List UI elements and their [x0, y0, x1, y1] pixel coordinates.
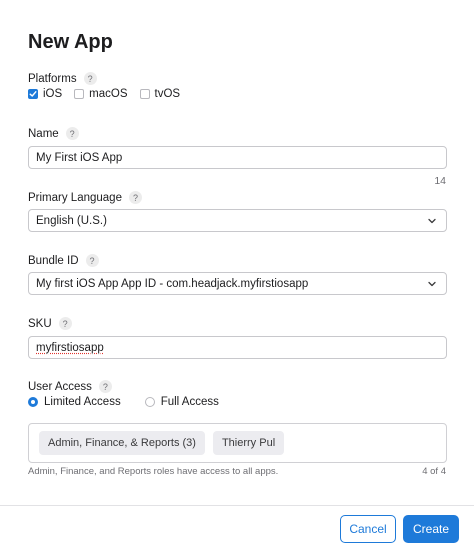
name-input-value: My First iOS App [36, 151, 123, 164]
name-label-row: Name ? [28, 127, 79, 140]
chevron-down-icon [427, 279, 437, 292]
access-chip-user[interactable]: Thierry Pul [212, 431, 285, 455]
bundle-id-label-row: Bundle ID ? [28, 254, 99, 267]
platform-macos-label: macOS [89, 88, 128, 100]
sku-input[interactable]: myfirstiosapp [28, 336, 447, 359]
create-button[interactable]: Create [403, 515, 459, 543]
bundle-id-value: My first iOS App App ID - com.headjack.m… [36, 277, 309, 290]
primary-language-value: English (U.S.) [36, 214, 107, 227]
sku-label-row: SKU ? [28, 317, 72, 330]
sku-help-icon[interactable]: ? [58, 317, 72, 330]
dialog-title: New App [28, 31, 113, 53]
primary-language-help-icon[interactable]: ? [128, 191, 142, 204]
user-access-label-row: User Access ? [28, 380, 112, 393]
checkmark-icon [28, 89, 38, 99]
platforms-label: Platforms [28, 72, 77, 85]
user-access-count: 4 of 4 [422, 466, 446, 477]
bundle-id-label: Bundle ID [28, 254, 79, 267]
primary-language-label: Primary Language [28, 191, 122, 204]
name-help-icon[interactable]: ? [65, 127, 79, 140]
checkbox-empty-icon [139, 89, 150, 99]
platform-tvos-label: tvOS [154, 88, 181, 100]
user-access-token-field[interactable]: Admin, Finance, & Reports (3) Thierry Pu… [28, 423, 447, 463]
platforms-help-icon[interactable]: ? [83, 72, 97, 85]
name-input[interactable]: My First iOS App [28, 146, 447, 169]
platform-macos-checkbox[interactable]: macOS [74, 88, 128, 100]
primary-language-select[interactable]: English (U.S.) [28, 209, 447, 232]
name-char-counter: 14 [434, 175, 446, 187]
bundle-id-select[interactable]: My first iOS App App ID - com.headjack.m… [28, 272, 447, 295]
platforms-label-row: Platforms ? [28, 72, 97, 85]
name-label: Name [28, 127, 59, 140]
limited-access-radio[interactable]: Limited Access [28, 396, 121, 408]
full-access-radio[interactable]: Full Access [144, 396, 219, 408]
full-access-label: Full Access [160, 396, 219, 408]
chevron-down-icon [427, 216, 437, 229]
radio-empty-icon [144, 397, 155, 407]
platform-ios-label: iOS [43, 88, 63, 100]
sku-label: SKU [28, 317, 52, 330]
access-chip-admin-finance-reports[interactable]: Admin, Finance, & Reports (3) [39, 431, 205, 455]
sku-input-value: myfirstiosapp [36, 341, 104, 354]
footer-divider [0, 505, 474, 506]
cancel-button[interactable]: Cancel [340, 515, 396, 543]
user-access-helper-text: Admin, Finance, and Reports roles have a… [28, 466, 279, 477]
radio-selected-icon [28, 397, 38, 407]
user-access-help-icon[interactable]: ? [98, 380, 112, 393]
platform-tvos-checkbox[interactable]: tvOS [139, 88, 181, 100]
limited-access-label: Limited Access [44, 396, 121, 408]
platforms-options: iOS macOS tvOS [28, 88, 192, 100]
user-access-options: Limited Access Full Access [28, 396, 243, 408]
user-access-label: User Access [28, 380, 92, 393]
bundle-id-help-icon[interactable]: ? [85, 254, 99, 267]
primary-language-label-row: Primary Language ? [28, 191, 142, 204]
platform-ios-checkbox[interactable]: iOS [28, 88, 62, 100]
checkbox-empty-icon [74, 89, 85, 99]
